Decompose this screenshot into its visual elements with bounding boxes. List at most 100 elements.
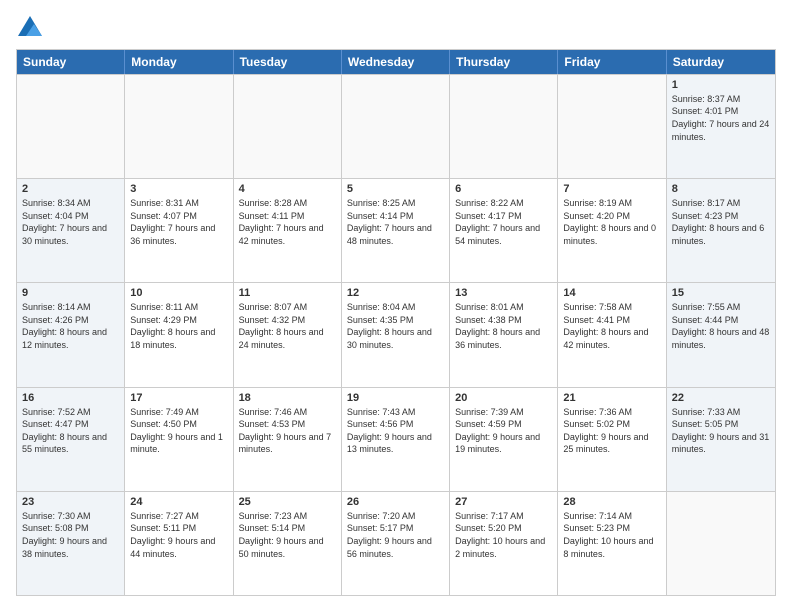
day-number: 23	[22, 496, 119, 508]
day-cell-10: 10 Sunrise: 8:11 AM Sunset: 4:29 PM Dayli…	[125, 283, 233, 386]
header-cell-wednesday: Wednesday	[342, 50, 450, 74]
logo-icon	[18, 16, 42, 36]
day-number: 27	[455, 496, 552, 508]
calendar-body: 1 Sunrise: 8:37 AM Sunset: 4:01 PM Daylig…	[17, 74, 775, 595]
day-cell-12: 12 Sunrise: 8:04 AM Sunset: 4:35 PM Dayli…	[342, 283, 450, 386]
day-cell-21: 21 Sunrise: 7:36 AM Sunset: 5:02 PM Dayli…	[558, 388, 666, 491]
day-number: 22	[672, 392, 770, 404]
header-cell-monday: Monday	[125, 50, 233, 74]
day-number: 1	[672, 79, 770, 91]
day-info: Sunrise: 7:27 AM Sunset: 5:11 PM Dayligh…	[130, 510, 227, 560]
day-cell-14: 14 Sunrise: 7:58 AM Sunset: 4:41 PM Dayli…	[558, 283, 666, 386]
day-info: Sunrise: 7:58 AM Sunset: 4:41 PM Dayligh…	[563, 301, 660, 351]
day-number: 18	[239, 392, 336, 404]
day-cell-24: 24 Sunrise: 7:27 AM Sunset: 5:11 PM Dayli…	[125, 492, 233, 595]
day-number: 24	[130, 496, 227, 508]
day-cell-23: 23 Sunrise: 7:30 AM Sunset: 5:08 PM Dayli…	[17, 492, 125, 595]
day-info: Sunrise: 7:20 AM Sunset: 5:17 PM Dayligh…	[347, 510, 444, 560]
day-number: 14	[563, 287, 660, 299]
week-row-1: 1 Sunrise: 8:37 AM Sunset: 4:01 PM Daylig…	[17, 74, 775, 178]
day-number: 16	[22, 392, 119, 404]
day-info: Sunrise: 8:31 AM Sunset: 4:07 PM Dayligh…	[130, 197, 227, 247]
day-info: Sunrise: 8:11 AM Sunset: 4:29 PM Dayligh…	[130, 301, 227, 351]
day-cell-7: 7 Sunrise: 8:19 AM Sunset: 4:20 PM Daylig…	[558, 179, 666, 282]
day-cell-9: 9Sunrise: 8:14 AM Sunset: 4:26 PM Daylig…	[17, 283, 125, 386]
day-cell-20: 20 Sunrise: 7:39 AM Sunset: 4:59 PM Dayli…	[450, 388, 558, 491]
header-cell-friday: Friday	[558, 50, 666, 74]
day-number: 9	[22, 287, 119, 299]
day-cell-15: 15 Sunrise: 7:55 AM Sunset: 4:44 PM Dayli…	[667, 283, 775, 386]
header-cell-saturday: Saturday	[667, 50, 775, 74]
day-cell-8: 8 Sunrise: 8:17 AM Sunset: 4:23 PM Daylig…	[667, 179, 775, 282]
empty-cell	[667, 492, 775, 595]
day-info: Sunrise: 7:46 AM Sunset: 4:53 PM Dayligh…	[239, 406, 336, 456]
day-cell-11: 11 Sunrise: 8:07 AM Sunset: 4:32 PM Dayli…	[234, 283, 342, 386]
day-info: Sunrise: 7:39 AM Sunset: 4:59 PM Dayligh…	[455, 406, 552, 456]
week-row-2: 2Sunrise: 8:34 AM Sunset: 4:04 PM Daylig…	[17, 178, 775, 282]
day-number: 13	[455, 287, 552, 299]
day-number: 6	[455, 183, 552, 195]
day-number: 3	[130, 183, 227, 195]
day-number: 15	[672, 287, 770, 299]
day-number: 7	[563, 183, 660, 195]
header-cell-tuesday: Tuesday	[234, 50, 342, 74]
day-info: Sunrise: 7:23 AM Sunset: 5:14 PM Dayligh…	[239, 510, 336, 560]
empty-cell	[558, 75, 666, 178]
day-info: Sunrise: 8:04 AM Sunset: 4:35 PM Dayligh…	[347, 301, 444, 351]
day-number: 26	[347, 496, 444, 508]
day-info: Sunrise: 7:17 AM Sunset: 5:20 PM Dayligh…	[455, 510, 552, 560]
day-number: 25	[239, 496, 336, 508]
header-cell-thursday: Thursday	[450, 50, 558, 74]
day-cell-16: 16 Sunrise: 7:52 AM Sunset: 4:47 PM Dayli…	[17, 388, 125, 491]
day-number: 8	[672, 183, 770, 195]
empty-cell	[342, 75, 450, 178]
calendar: SundayMondayTuesdayWednesdayThursdayFrid…	[16, 49, 776, 596]
day-cell-2: 2Sunrise: 8:34 AM Sunset: 4:04 PM Daylig…	[17, 179, 125, 282]
day-number: 10	[130, 287, 227, 299]
header	[16, 16, 776, 41]
day-number: 19	[347, 392, 444, 404]
day-cell-22: 22Sunrise: 7:33 AM Sunset: 5:05 PM Dayli…	[667, 388, 775, 491]
day-cell-26: 26 Sunrise: 7:20 AM Sunset: 5:17 PM Dayli…	[342, 492, 450, 595]
day-info: Sunrise: 7:49 AM Sunset: 4:50 PM Dayligh…	[130, 406, 227, 456]
day-cell-18: 18 Sunrise: 7:46 AM Sunset: 4:53 PM Dayli…	[234, 388, 342, 491]
week-row-3: 9Sunrise: 8:14 AM Sunset: 4:26 PM Daylig…	[17, 282, 775, 386]
day-number: 12	[347, 287, 444, 299]
day-number: 2	[22, 183, 119, 195]
week-row-4: 16 Sunrise: 7:52 AM Sunset: 4:47 PM Dayli…	[17, 387, 775, 491]
empty-cell	[450, 75, 558, 178]
day-number: 17	[130, 392, 227, 404]
day-info: Sunrise: 7:30 AM Sunset: 5:08 PM Dayligh…	[22, 510, 119, 560]
day-number: 5	[347, 183, 444, 195]
day-number: 28	[563, 496, 660, 508]
day-cell-28: 28 Sunrise: 7:14 AM Sunset: 5:23 PM Dayli…	[558, 492, 666, 595]
day-cell-6: 6 Sunrise: 8:22 AM Sunset: 4:17 PM Daylig…	[450, 179, 558, 282]
day-number: 4	[239, 183, 336, 195]
day-info: Sunrise: 7:43 AM Sunset: 4:56 PM Dayligh…	[347, 406, 444, 456]
day-cell-25: 25 Sunrise: 7:23 AM Sunset: 5:14 PM Dayli…	[234, 492, 342, 595]
week-row-5: 23 Sunrise: 7:30 AM Sunset: 5:08 PM Dayli…	[17, 491, 775, 595]
day-cell-17: 17 Sunrise: 7:49 AM Sunset: 4:50 PM Dayli…	[125, 388, 233, 491]
day-cell-19: 19 Sunrise: 7:43 AM Sunset: 4:56 PM Dayli…	[342, 388, 450, 491]
day-info: Sunrise: 8:07 AM Sunset: 4:32 PM Dayligh…	[239, 301, 336, 351]
day-info: Sunrise: 8:37 AM Sunset: 4:01 PM Dayligh…	[672, 93, 770, 143]
calendar-header-row: SundayMondayTuesdayWednesdayThursdayFrid…	[17, 50, 775, 74]
day-info: Sunrise: 8:19 AM Sunset: 4:20 PM Dayligh…	[563, 197, 660, 247]
logo	[16, 16, 44, 41]
day-info: Sunrise: 8:28 AM Sunset: 4:11 PM Dayligh…	[239, 197, 336, 247]
day-info: Sunrise: 8:17 AM Sunset: 4:23 PM Dayligh…	[672, 197, 770, 247]
day-number: 20	[455, 392, 552, 404]
day-info: Sunrise: 7:55 AM Sunset: 4:44 PM Dayligh…	[672, 301, 770, 351]
empty-cell	[125, 75, 233, 178]
day-number: 11	[239, 287, 336, 299]
day-info: Sunrise: 8:22 AM Sunset: 4:17 PM Dayligh…	[455, 197, 552, 247]
empty-cell	[234, 75, 342, 178]
day-info: Sunrise: 8:01 AM Sunset: 4:38 PM Dayligh…	[455, 301, 552, 351]
day-number: 21	[563, 392, 660, 404]
day-cell-4: 4 Sunrise: 8:28 AM Sunset: 4:11 PM Daylig…	[234, 179, 342, 282]
day-info: Sunrise: 7:52 AM Sunset: 4:47 PM Dayligh…	[22, 406, 119, 456]
day-info: Sunrise: 7:14 AM Sunset: 5:23 PM Dayligh…	[563, 510, 660, 560]
day-info: Sunrise: 7:36 AM Sunset: 5:02 PM Dayligh…	[563, 406, 660, 456]
header-cell-sunday: Sunday	[17, 50, 125, 74]
day-cell-5: 5Sunrise: 8:25 AM Sunset: 4:14 PM Daylig…	[342, 179, 450, 282]
